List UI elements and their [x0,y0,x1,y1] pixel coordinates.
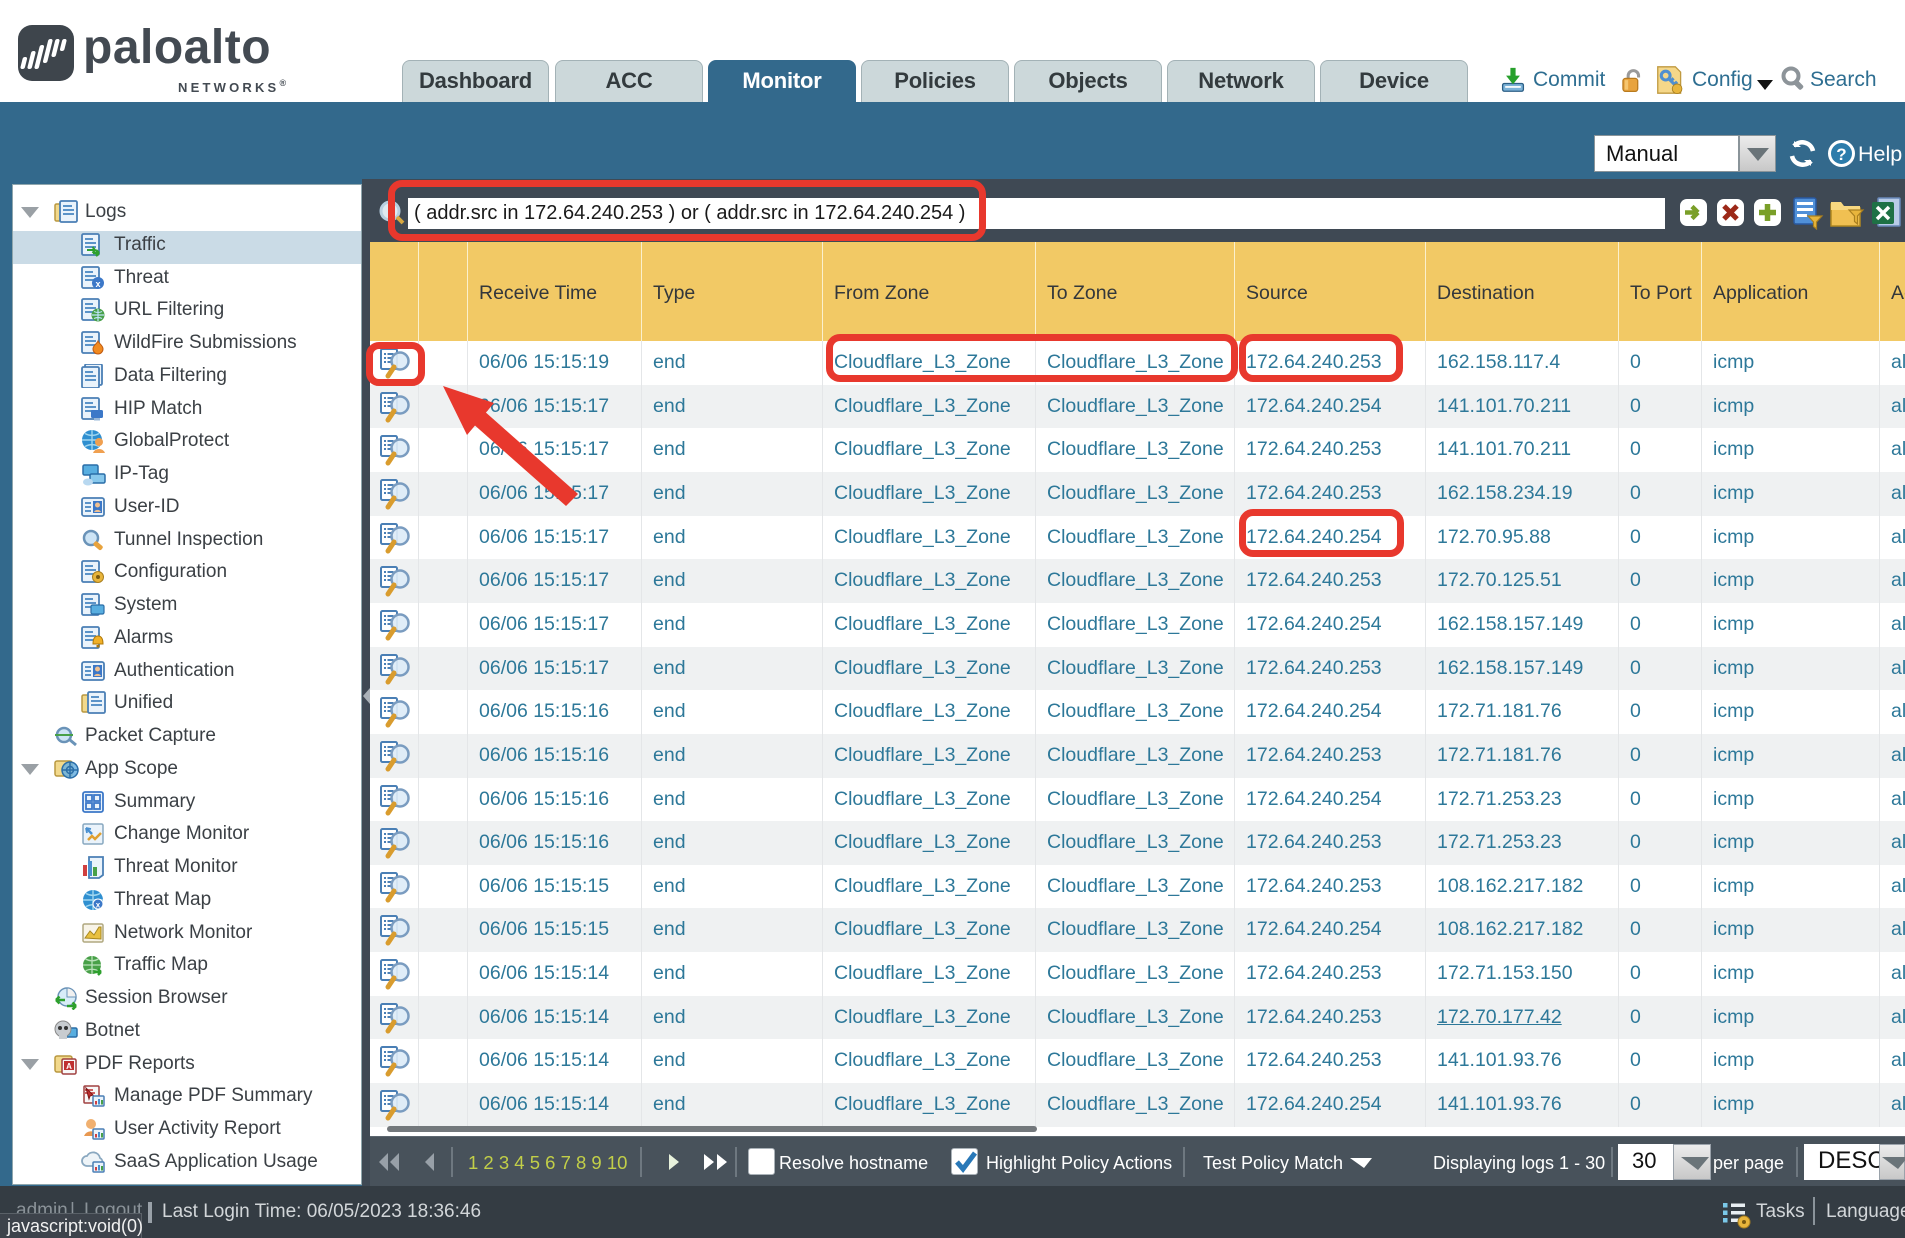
svg-text:x: x [95,279,100,289]
svg-text:?: ? [1836,145,1846,164]
svg-text:x: x [96,900,101,909]
svg-text:A: A [66,1062,72,1071]
